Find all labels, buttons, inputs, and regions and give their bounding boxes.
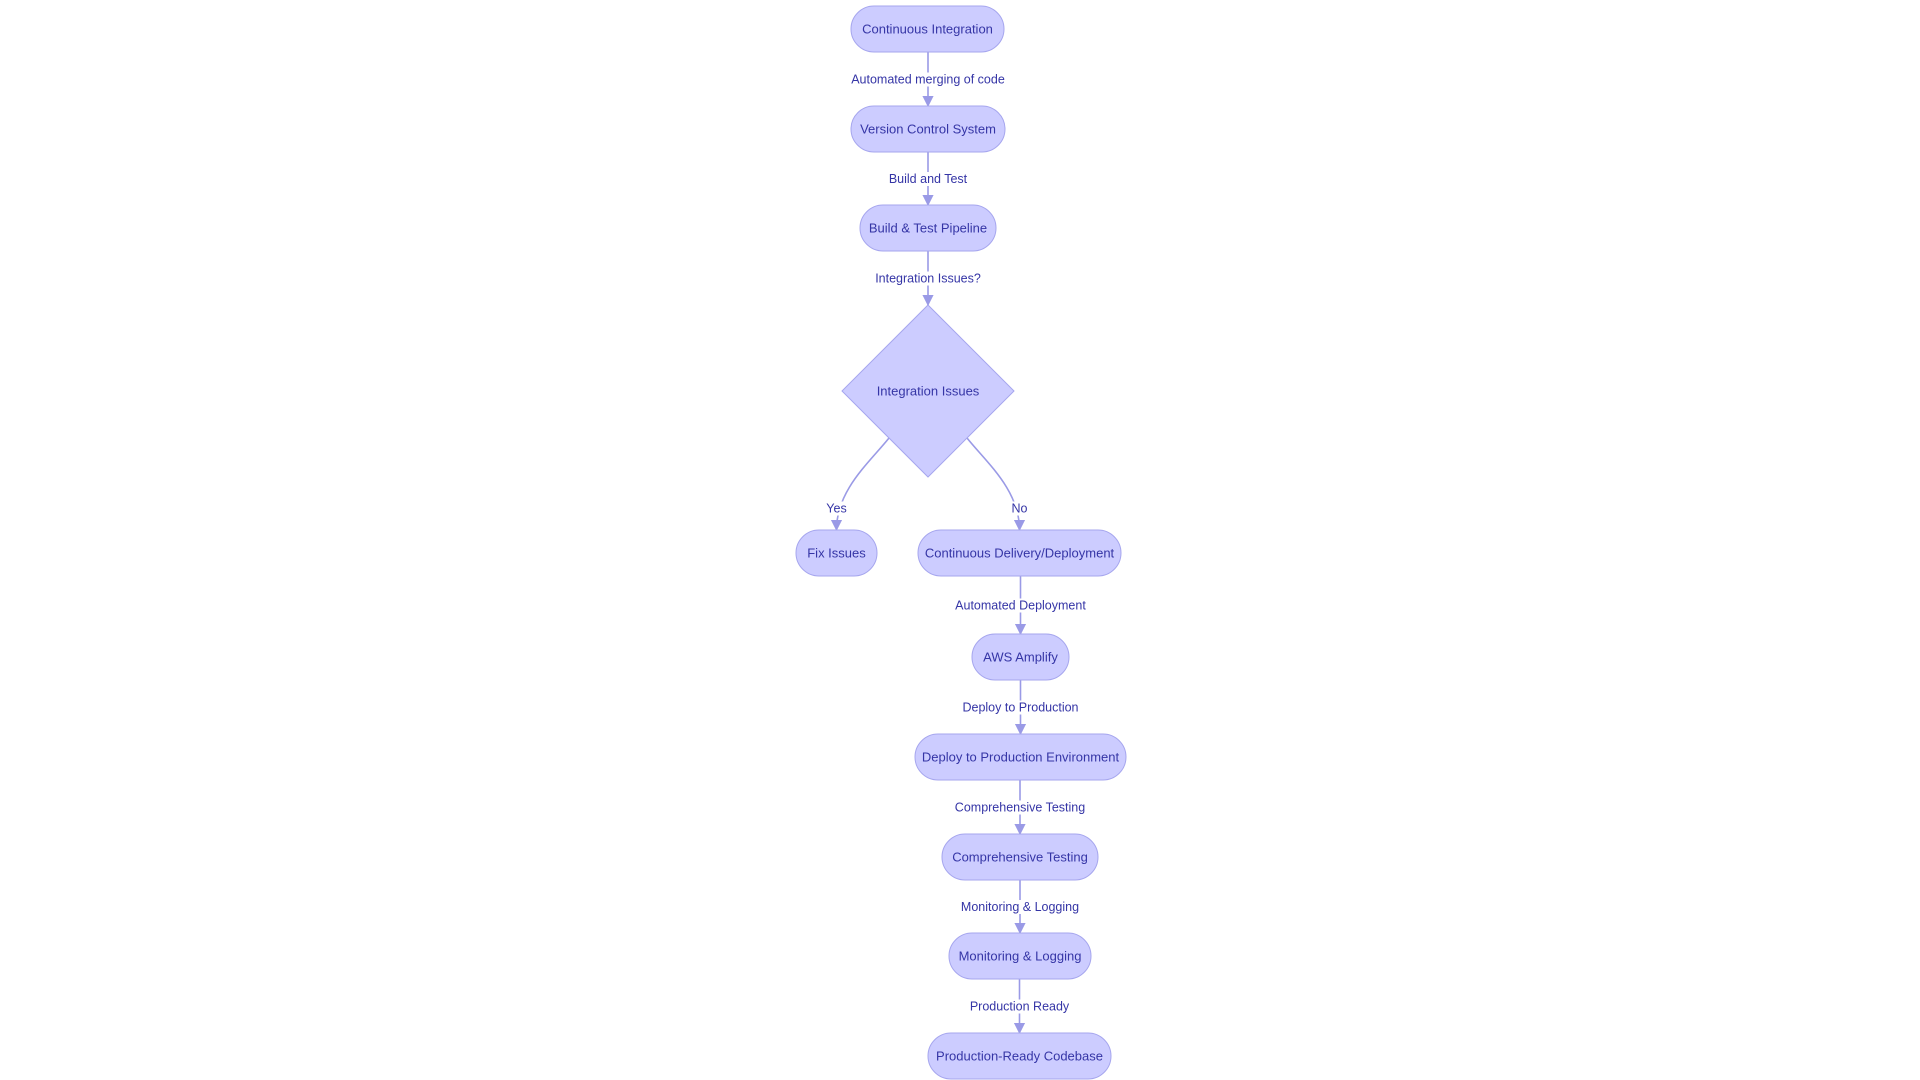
edge-issues-cd: No <box>966 437 1030 532</box>
edge-monitor-ready: Production Ready <box>967 979 1072 1035</box>
edge-build-issues: Integration Issues? <box>873 251 983 307</box>
node-label: Deploy to Production Environment <box>922 750 1120 765</box>
node-vcs[interactable]: Version Control System <box>850 105 1006 153</box>
node-ready[interactable]: Production-Ready Codebase <box>927 1032 1112 1080</box>
edge-label: Automated Deployment <box>955 599 1086 613</box>
edge-testing-monitor: Monitoring & Logging <box>958 880 1082 935</box>
edge-cd-amplify: Automated Deployment <box>953 576 1089 636</box>
node-testing[interactable]: Comprehensive Testing <box>941 833 1099 881</box>
node-label: Monitoring & Logging <box>959 949 1082 964</box>
node-label: Integration Issues <box>877 384 980 399</box>
edge-label: No <box>1012 502 1028 516</box>
node-label: Production-Ready Codebase <box>936 1049 1103 1064</box>
edge-line <box>966 437 1026 532</box>
edge-ci-vcs: Automated merging of code <box>849 52 1007 108</box>
node-label: Version Control System <box>860 122 996 137</box>
edge-label: Integration Issues? <box>875 272 981 286</box>
edge-issues-fix: Yes <box>824 437 890 532</box>
edge-label: Deploy to Production <box>962 701 1078 715</box>
node-cd[interactable]: Continuous Delivery/Deployment <box>917 529 1122 577</box>
node-fix[interactable]: Fix Issues <box>795 529 878 577</box>
edge-line <box>830 437 890 532</box>
edge-label: Automated merging of code <box>851 73 1005 87</box>
edge-label: Yes <box>826 502 846 516</box>
edge-label: Build and Test <box>889 172 968 186</box>
edge-label: Production Ready <box>970 1000 1070 1014</box>
edge-amplify-deploy: Deploy to Production <box>960 680 1081 736</box>
edge-deploy-testing: Comprehensive Testing <box>952 780 1088 836</box>
node-deploy[interactable]: Deploy to Production Environment <box>914 733 1127 781</box>
edge-label: Comprehensive Testing <box>955 801 1085 815</box>
node-issues[interactable]: Integration Issues <box>841 304 1015 478</box>
node-build[interactable]: Build & Test Pipeline <box>859 204 997 252</box>
node-ci[interactable]: Continuous Integration <box>850 5 1005 53</box>
edge-label: Monitoring & Logging <box>961 900 1079 914</box>
node-label: AWS Amplify <box>983 650 1058 665</box>
flowchart: Automated merging of code Build and Test I… <box>795 5 1127 1080</box>
nodes-layer: Continuous Integration Version Control Sy… <box>795 5 1127 1080</box>
node-amplify[interactable]: AWS Amplify <box>971 633 1070 681</box>
node-label: Continuous Integration <box>862 22 993 37</box>
edge-vcs-build: Build and Test <box>886 152 970 207</box>
node-label: Build & Test Pipeline <box>869 221 987 236</box>
node-label: Comprehensive Testing <box>952 850 1088 865</box>
node-label: Continuous Delivery/Deployment <box>925 546 1115 561</box>
node-label: Fix Issues <box>807 546 866 561</box>
node-monitor[interactable]: Monitoring & Logging <box>948 932 1092 980</box>
